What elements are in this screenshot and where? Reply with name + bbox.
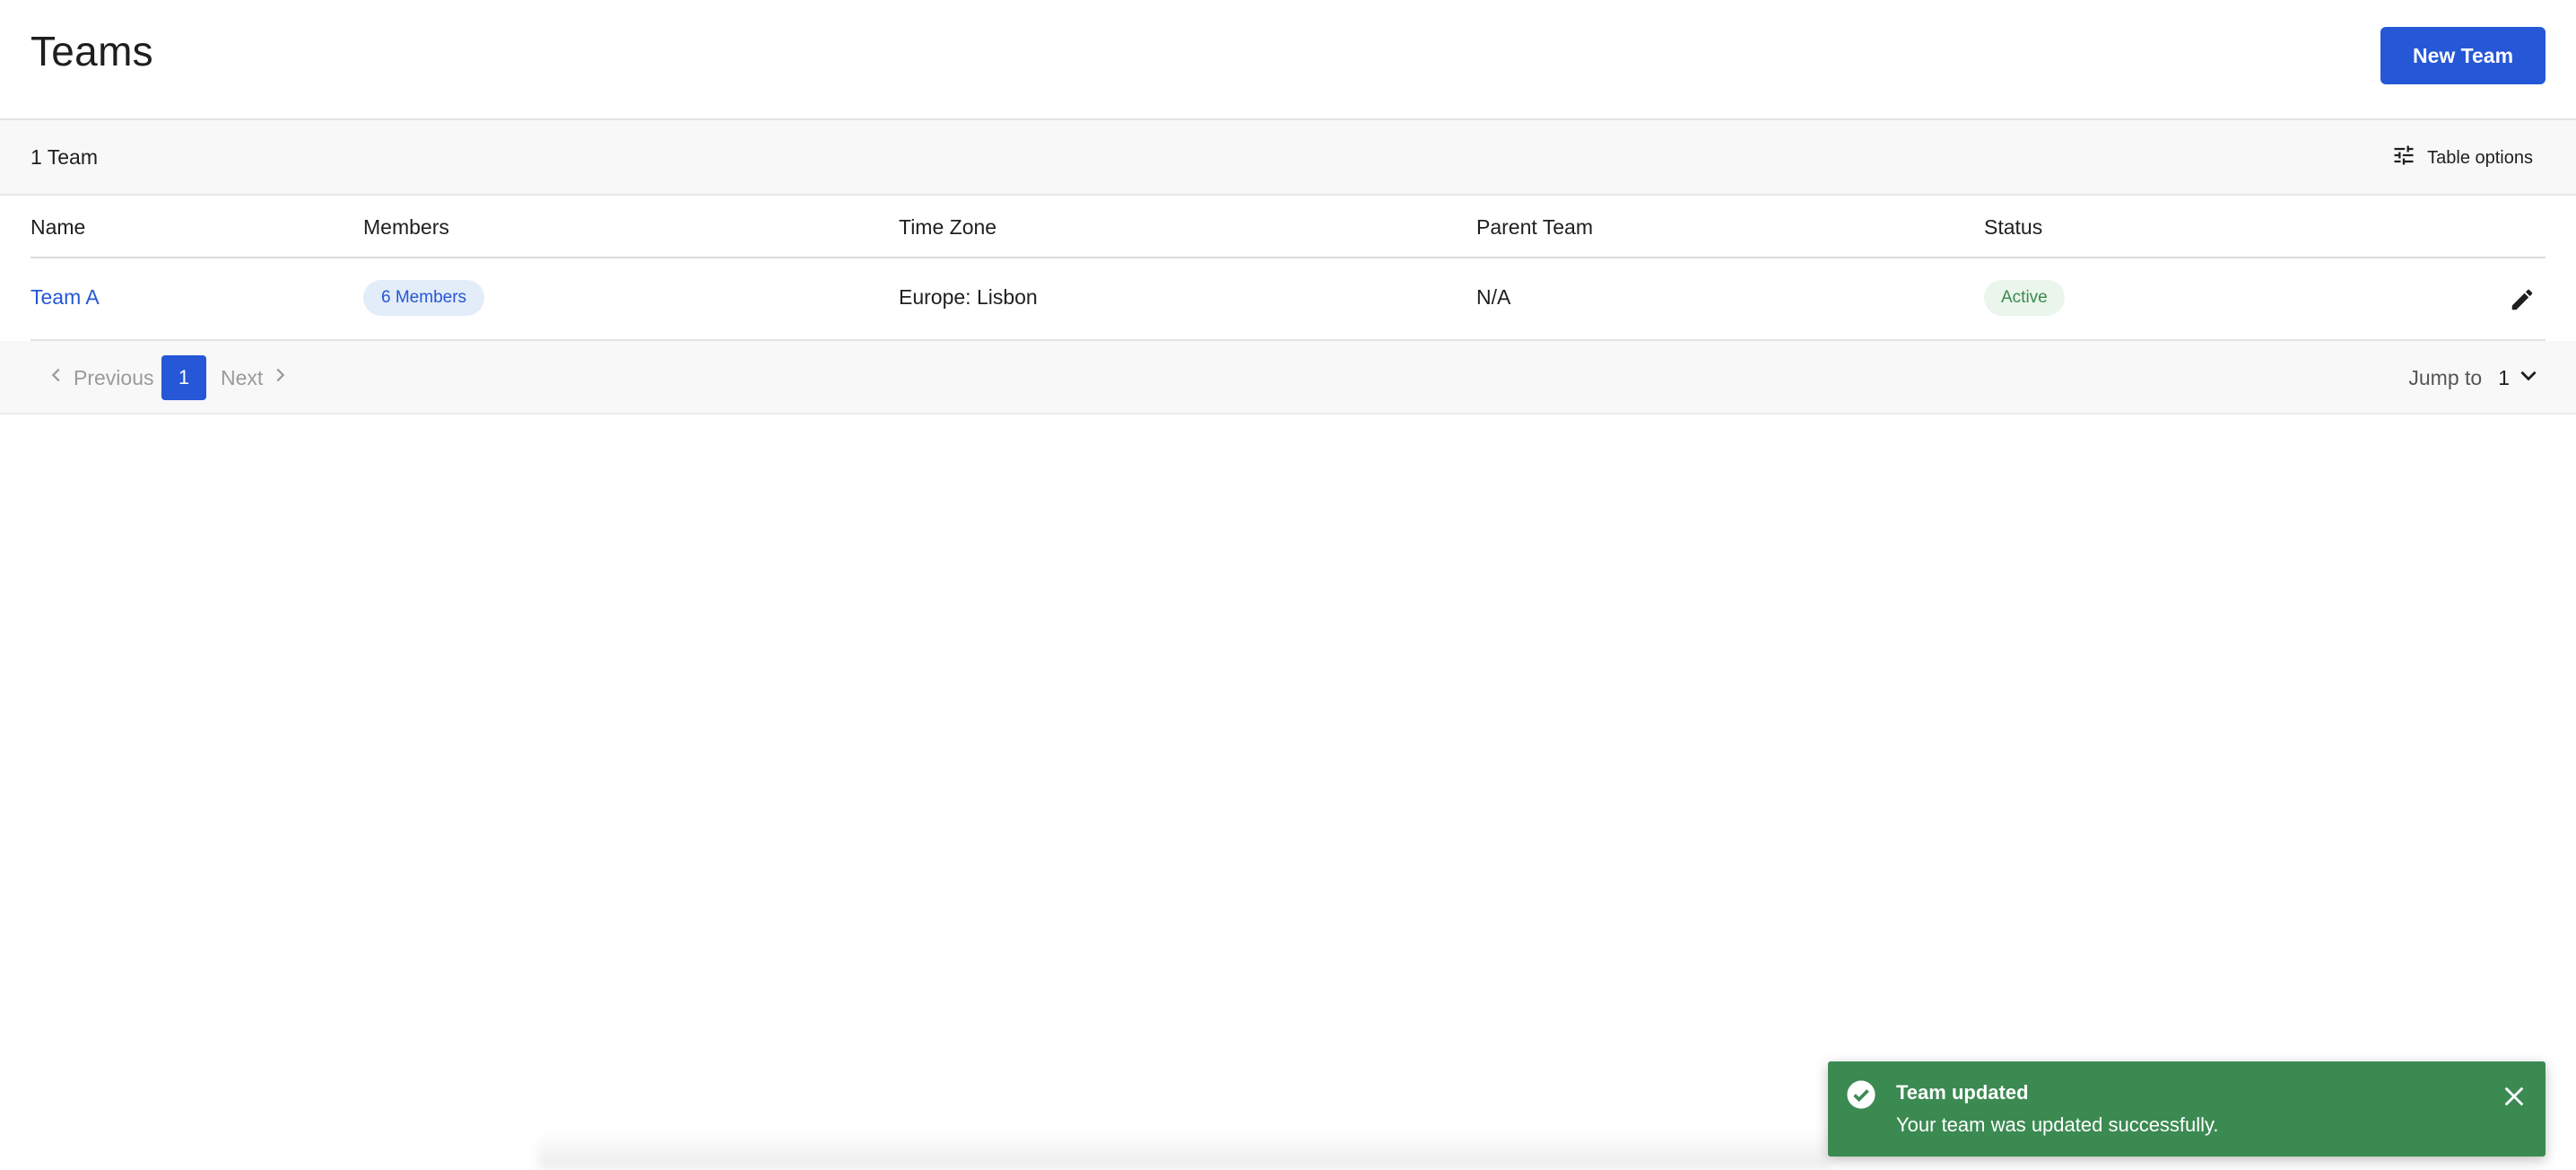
table-options-label: Table options <box>2427 147 2533 168</box>
column-header-members[interactable]: Members <box>363 215 449 240</box>
sliders-icon <box>2391 143 2416 173</box>
parent-team-cell: N/A <box>1476 285 1511 309</box>
next-label: Next <box>221 365 264 389</box>
team-name-link[interactable]: Team A <box>30 285 100 310</box>
pagination-bar: Previous 1 Next Jump to 1 <box>0 341 2576 415</box>
page-header: Teams New Team <box>0 0 2576 120</box>
check-circle-icon <box>1846 1079 1876 1110</box>
jump-to-control: Jump to 1 <box>2408 361 2540 395</box>
table-options-button[interactable]: Table options <box>2391 144 2533 172</box>
table-header-row: Name Members Time Zone Parent Team Statu… <box>30 196 2546 258</box>
previous-page-button[interactable]: Previous <box>47 362 153 393</box>
chevron-right-icon <box>270 365 290 390</box>
status-badge: Active <box>1984 280 2065 316</box>
time-zone-cell: Europe: Lisbon <box>899 285 1038 309</box>
members-badge[interactable]: 6 Members <box>363 280 485 316</box>
jump-to-select[interactable]: 1 <box>2498 363 2540 392</box>
close-icon[interactable] <box>2501 1083 2528 1110</box>
chevron-left-icon <box>47 365 66 390</box>
toast-message: Your team was updated successfully. <box>1896 1113 2219 1136</box>
table-summary-bar: 1 Team Table options <box>0 120 2576 196</box>
new-team-button[interactable]: New Team <box>2380 27 2546 84</box>
pencil-icon[interactable] <box>2508 285 2537 314</box>
toast-title: Team updated <box>1896 1081 2029 1104</box>
column-header-status[interactable]: Status <box>1984 215 2042 240</box>
table-row: Team A 6 Members Europe: Lisbon N/A Acti… <box>30 258 2546 341</box>
next-page-button[interactable]: Next <box>221 362 290 393</box>
jump-to-value: 1 <box>2498 365 2510 389</box>
page-number-button[interactable]: 1 <box>161 355 206 400</box>
team-count: 1 Team <box>30 145 99 169</box>
column-header-parent-team[interactable]: Parent Team <box>1476 215 1593 240</box>
column-header-name[interactable]: Name <box>30 215 85 240</box>
chevron-down-icon <box>2517 363 2540 392</box>
success-toast: Team updated Your team was updated succe… <box>1828 1061 2546 1157</box>
page-title: Teams <box>30 28 153 74</box>
previous-label: Previous <box>74 365 154 389</box>
column-header-time-zone[interactable]: Time Zone <box>899 215 996 240</box>
jump-to-label: Jump to <box>2408 365 2483 389</box>
toast-shadow <box>538 1131 1830 1170</box>
